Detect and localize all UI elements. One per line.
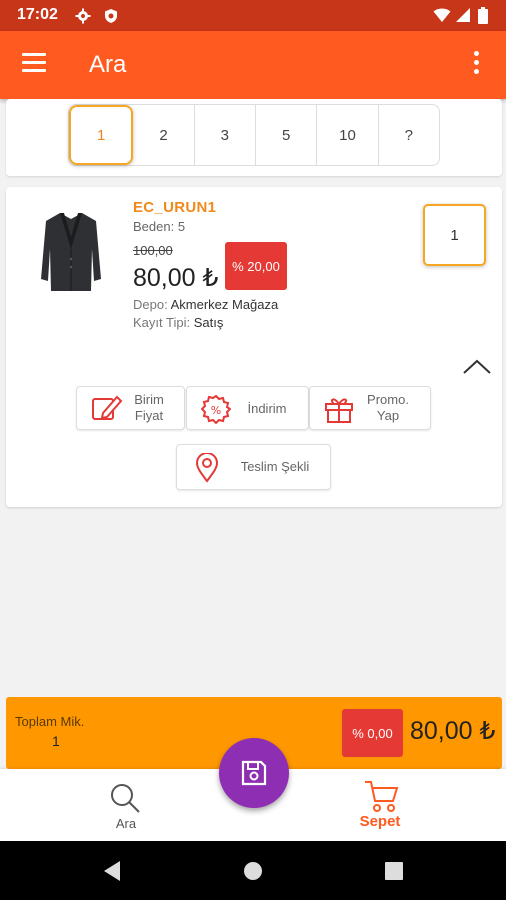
- quantity-option-5[interactable]: 5: [256, 105, 318, 165]
- unit-price-button[interactable]: Birim Fiyat: [76, 386, 185, 430]
- cart-icon: [365, 781, 399, 812]
- quantity-option-3[interactable]: 3: [195, 105, 256, 165]
- percent-badge-icon: %: [201, 394, 231, 424]
- page-title: Ara: [89, 51, 127, 78]
- quantity-option-1[interactable]: 1: [69, 105, 134, 165]
- app-bar: Ara: [0, 31, 506, 99]
- quantity-option-custom[interactable]: ?: [379, 105, 439, 165]
- location-pin-icon: [195, 453, 219, 483]
- discount-button[interactable]: % İndirim: [186, 386, 309, 430]
- system-navigation-bar: [0, 841, 506, 900]
- settings-icon: [75, 8, 91, 24]
- save-button[interactable]: [219, 738, 289, 808]
- product-code: EC_URUN1: [133, 199, 217, 216]
- line-quantity-input[interactable]: 1: [423, 204, 486, 266]
- nav-cart-label: Sepet: [359, 813, 401, 830]
- depot-info: Depo: Akmerkez Mağaza: [133, 297, 278, 312]
- old-price: 100,00: [133, 243, 173, 258]
- promo-label: Promo. Yap: [367, 392, 409, 423]
- gift-icon: [325, 398, 353, 423]
- quantity-option-2[interactable]: 2: [133, 105, 195, 165]
- discount-badge: % 20,00: [225, 242, 287, 290]
- record-type-value: Satış: [193, 315, 224, 330]
- shield-icon: [105, 9, 117, 23]
- discount-label: İndirim: [247, 401, 287, 416]
- search-icon: [111, 784, 140, 813]
- total-quantity-value: 1: [52, 733, 60, 749]
- nav-search-label: Ara: [115, 816, 137, 831]
- back-icon[interactable]: [102, 860, 122, 882]
- product-card: EC_URUN1 Beden: 5 100,00 80,00 ₺ % 20,00…: [6, 187, 502, 507]
- quantity-selector-card: 1 2 3 5 10 ?: [6, 99, 502, 176]
- recents-icon[interactable]: [385, 862, 403, 880]
- total-quantity-label: Toplam Mik.: [15, 714, 85, 729]
- status-bar: 17:02: [0, 0, 506, 31]
- record-type-label: Kayıt Tipi:: [133, 315, 194, 330]
- product-size: Beden: 5: [133, 219, 186, 234]
- edit-icon: [92, 395, 123, 420]
- floppy-disk-icon: [241, 760, 267, 786]
- battery-icon: [478, 7, 488, 24]
- record-type-info: Kayıt Tipi: Satış: [133, 315, 223, 330]
- depot-value: Akmerkez Mağaza: [170, 297, 279, 312]
- promo-button[interactable]: Promo. Yap: [309, 386, 431, 430]
- current-price: 80,00 ₺: [133, 264, 219, 292]
- quantity-options: 1 2 3 5 10 ?: [68, 104, 440, 166]
- hamburger-menu-icon[interactable]: [22, 53, 48, 75]
- svg-text:%: %: [211, 404, 221, 417]
- nav-search[interactable]: Ara: [66, 769, 186, 841]
- wifi-icon: [433, 8, 451, 22]
- chevron-up-icon[interactable]: [462, 357, 492, 377]
- more-options-icon[interactable]: [466, 51, 486, 79]
- delivery-method-label: Teslim Şekli: [240, 459, 310, 474]
- product-image-jacket: [41, 213, 101, 291]
- nav-cart[interactable]: Sepet: [320, 769, 440, 841]
- quantity-option-10[interactable]: 10: [317, 105, 379, 165]
- signal-icon: [456, 8, 470, 22]
- home-icon[interactable]: [243, 861, 263, 881]
- unit-price-label: Birim Fiyat: [134, 392, 164, 423]
- depot-label: Depo:: [133, 297, 171, 312]
- status-time: 17:02: [17, 6, 58, 23]
- total-discount-badge: % 0,00: [342, 709, 403, 757]
- delivery-method-button[interactable]: Teslim Şekli: [176, 444, 331, 490]
- total-price: 80,00 ₺: [410, 717, 496, 745]
